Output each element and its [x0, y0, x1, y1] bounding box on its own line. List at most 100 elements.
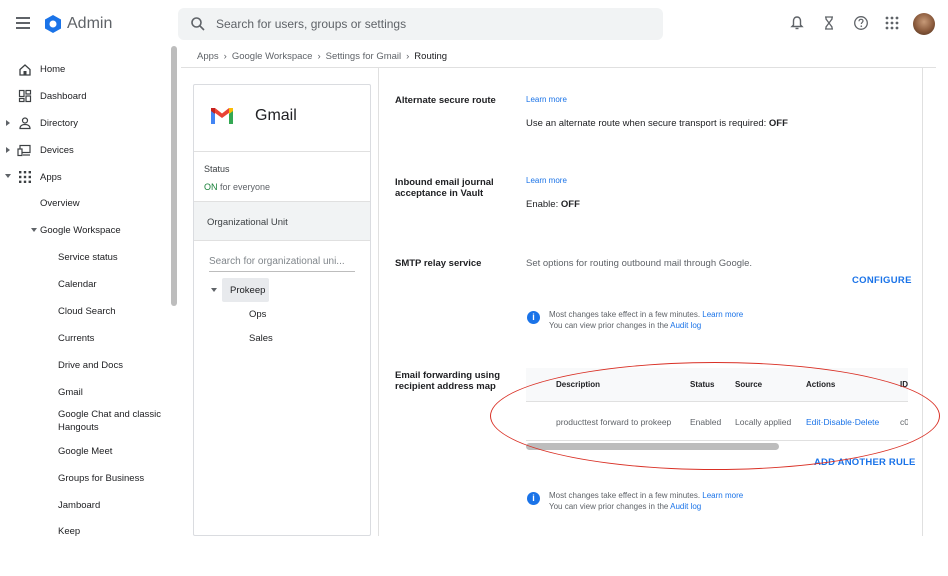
column-header-actions[interactable]: Actions [806, 380, 835, 389]
sidebar-scrollbar[interactable] [171, 46, 177, 306]
disable-link[interactable]: Disable [824, 417, 852, 427]
help-icon[interactable] [853, 15, 869, 31]
learn-more-link[interactable]: Learn more [526, 176, 567, 185]
sidebar-item-currents[interactable]: Currents [58, 333, 94, 344]
gmail-logo-icon [211, 108, 233, 124]
search-icon[interactable] [190, 16, 206, 32]
sidebar-item-home[interactable]: Home [40, 64, 65, 75]
card-title: Gmail [255, 107, 297, 124]
row-actions: Edit·Disable·Delete [806, 417, 879, 427]
sidebar-item-devices[interactable]: Devices [40, 145, 74, 156]
dashboard-icon [18, 89, 32, 103]
table-row: producttest forward to prokeep Enabled L… [526, 403, 908, 441]
divider [194, 151, 370, 152]
delete-link[interactable]: Delete [855, 417, 880, 427]
sidebar-item-google-chat-line2[interactable]: Hangouts [58, 422, 99, 433]
sidebar-item-service-status[interactable]: Service status [58, 252, 118, 263]
audit-log-link[interactable]: Audit log [670, 321, 701, 330]
column-header-status[interactable]: Status [690, 380, 714, 389]
apps-icon [19, 171, 31, 183]
search-bar[interactable] [178, 8, 663, 40]
sidebar-item-cloud-search[interactable]: Cloud Search [58, 306, 116, 317]
sidebar-item-directory[interactable]: Directory [40, 118, 78, 129]
sidebar-item-calendar[interactable]: Calendar [58, 279, 97, 290]
row-id: c0 [900, 417, 908, 427]
info-line1: Most changes take effect in a few minute… [549, 310, 701, 319]
column-header-description[interactable]: Description [556, 380, 600, 389]
divider [378, 68, 379, 536]
breadcrumb-apps[interactable]: Apps [197, 51, 219, 62]
sidebar-item-jamboard[interactable]: Jamboard [58, 500, 100, 511]
apps-grid-icon[interactable] [884, 15, 900, 31]
sidebar-item-google-chat[interactable]: Google Chat and classic [58, 409, 161, 420]
expand-arrow-icon[interactable] [6, 147, 10, 153]
search-input[interactable] [216, 8, 636, 40]
admin-logo-icon[interactable] [43, 14, 63, 34]
alternate-route-label: Alternate secure route [395, 95, 496, 106]
sidebar-item-google-workspace[interactable]: Google Workspace [40, 225, 121, 236]
sidebar-item-groups-for-business[interactable]: Groups for Business [58, 473, 144, 484]
row-description: producttest forward to prokeep [556, 417, 672, 427]
collapse-arrow-icon[interactable] [211, 288, 217, 292]
chevron-right-icon: › [406, 51, 410, 62]
journal-value[interactable]: Enable: OFF [526, 199, 580, 210]
learn-more-link[interactable]: Learn more [702, 491, 743, 500]
home-icon [19, 64, 31, 76]
hourglass-tasks-icon[interactable] [821, 15, 837, 31]
info-icon: i [527, 492, 540, 505]
org-unit-header: Organizational Unit [194, 201, 370, 241]
status-value: ON for everyone [204, 182, 270, 192]
column-header-source[interactable]: Source [735, 380, 762, 389]
info-icon: i [527, 311, 540, 324]
person-icon [19, 117, 31, 130]
info-message: Most changes take effect in a few minute… [549, 490, 743, 512]
row-source: Locally applied [735, 417, 792, 427]
breadcrumb-routing: Routing [414, 51, 448, 62]
gmail-app-card: Gmail Status ON for everyone Organizatio… [193, 84, 371, 536]
chevron-right-icon: › [223, 51, 227, 62]
edit-link[interactable]: Edit [806, 417, 821, 427]
collapse-arrow-icon[interactable] [5, 174, 11, 178]
column-header-id[interactable]: ID [900, 380, 908, 389]
sidebar-item-overview[interactable]: Overview [40, 198, 80, 209]
smtp-description: Set options for routing outbound mail th… [526, 258, 753, 269]
org-unit-sales[interactable]: Sales [249, 333, 273, 344]
user-avatar[interactable] [913, 13, 935, 35]
status-on: ON [204, 182, 218, 192]
sidebar-item-google-meet[interactable]: Google Meet [58, 446, 112, 457]
info-line2: You can view prior changes in the [549, 502, 669, 511]
journal-label-line1: Inbound email journal [395, 177, 494, 188]
org-unit-ops[interactable]: Ops [249, 309, 266, 320]
forwarding-label-line2: recipient address map [395, 381, 496, 392]
learn-more-link[interactable]: Learn more [702, 310, 743, 319]
journal-text: Enable: [526, 199, 559, 210]
breadcrumb-google-workspace[interactable]: Google Workspace [232, 51, 313, 62]
row-status: Enabled [690, 417, 722, 427]
collapse-arrow-icon[interactable] [31, 228, 37, 232]
audit-log-link[interactable]: Audit log [670, 502, 701, 511]
alternate-route-value[interactable]: Use an alternate route when secure trans… [526, 118, 788, 129]
notifications-bell-icon[interactable] [789, 15, 805, 31]
expand-arrow-icon[interactable] [6, 120, 10, 126]
learn-more-link[interactable]: Learn more [526, 95, 567, 104]
forwarding-label-line1: Email forwarding using [395, 370, 501, 381]
info-line2: You can view prior changes in the [549, 321, 669, 330]
app-title[interactable]: Admin [67, 15, 112, 33]
journal-state: OFF [560, 199, 580, 210]
sidebar-item-apps[interactable]: Apps [40, 172, 62, 183]
table-horizontal-scrollbar[interactable] [526, 443, 779, 450]
sidebar-item-gmail[interactable]: Gmail [58, 387, 83, 398]
breadcrumb: Apps › Google Workspace › Settings for Gmail… [197, 51, 447, 62]
alternate-route-text: Use an alternate route when secure trans… [526, 118, 767, 129]
org-unit-label: Organizational Unit [207, 217, 288, 228]
org-unit-search-input[interactable] [209, 256, 355, 272]
breadcrumb-settings-for-gmail[interactable]: Settings for Gmail [326, 51, 402, 62]
configure-button[interactable]: CONFIGURE [852, 275, 912, 286]
divider [181, 67, 936, 68]
org-unit-prokeep[interactable]: Prokeep [230, 285, 265, 296]
menu-icon[interactable] [16, 17, 30, 29]
add-another-rule-button[interactable]: ADD ANOTHER RULE [814, 457, 916, 468]
sidebar-item-dashboard[interactable]: Dashboard [40, 91, 86, 102]
sidebar-item-drive-and-docs[interactable]: Drive and Docs [58, 360, 123, 371]
sidebar-item-keep[interactable]: Keep [58, 526, 80, 537]
